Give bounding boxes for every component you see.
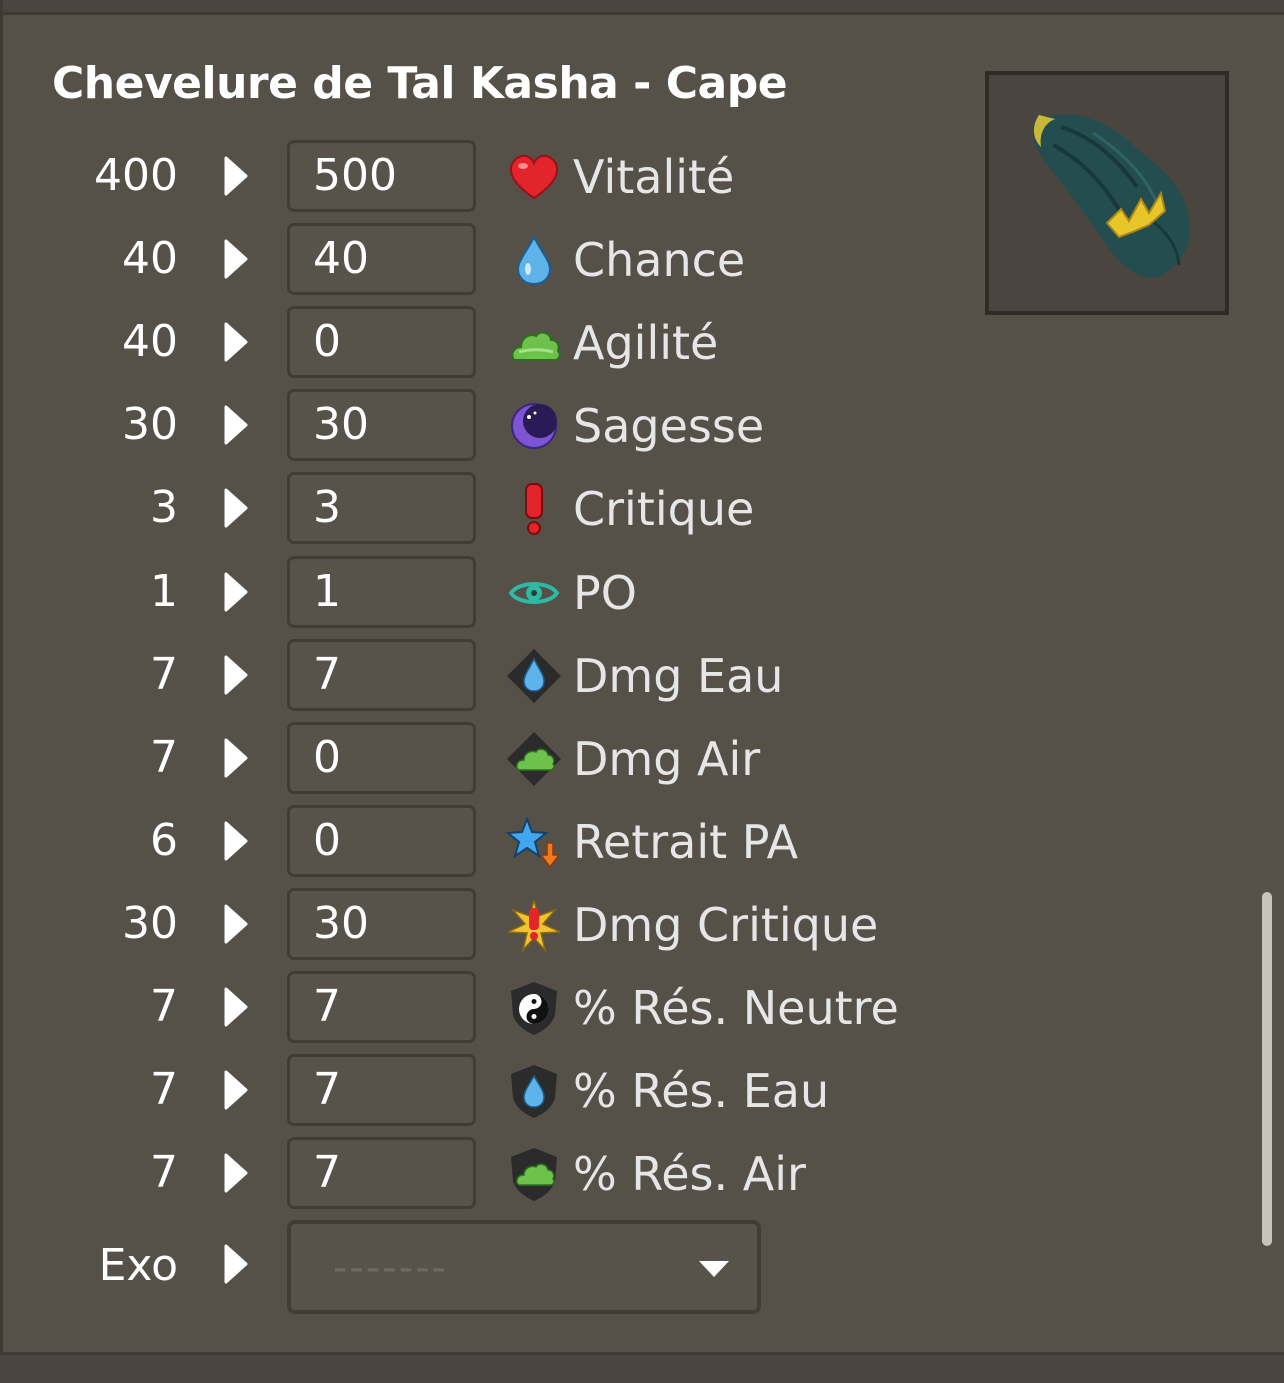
stat-row: 400 500 Vitalité: [0, 140, 960, 212]
stat-value-input[interactable]: 7: [287, 1054, 476, 1126]
stat-row: 30 30 Dmg Critique: [0, 888, 960, 960]
critical-exclamation-icon: [525, 483, 543, 535]
apply-arrow-icon[interactable]: [222, 821, 250, 861]
stat-label: Retrait PA: [573, 815, 799, 869]
heart-icon: [509, 154, 559, 200]
stat-value-input[interactable]: 500: [287, 140, 476, 212]
stat-base-value: 30: [122, 399, 178, 450]
stat-row: 30 30 Sagesse: [0, 389, 960, 461]
stat-value-input[interactable]: 0: [287, 306, 476, 378]
stat-row: 7 0 Dmg Air: [0, 722, 960, 794]
stat-value-input[interactable]: 40: [287, 223, 476, 295]
stat-value-input[interactable]: 0: [287, 722, 476, 794]
apply-arrow-icon[interactable]: [222, 1070, 250, 1110]
stat-label: Chance: [573, 233, 746, 287]
apply-arrow-icon[interactable]: [222, 904, 250, 944]
stat-row: 7 7 % Rés. Neutre: [0, 971, 960, 1043]
stat-base-value: 7: [150, 649, 178, 700]
stat-label: Dmg Air: [573, 732, 761, 786]
apply-arrow-icon[interactable]: [222, 488, 250, 528]
apply-arrow-icon[interactable]: [222, 987, 250, 1027]
stat-row: 6 0 Retrait PA: [0, 805, 960, 877]
stat-label: Critique: [573, 482, 755, 536]
apply-arrow-icon[interactable]: [222, 156, 250, 196]
item-image-frame: [985, 71, 1229, 315]
stat-value-input[interactable]: 7: [287, 639, 476, 711]
stat-base-value: 400: [94, 150, 178, 201]
item-title: Chevelure de Tal Kasha - Cape: [52, 58, 788, 109]
stat-value-input[interactable]: 30: [287, 389, 476, 461]
stat-base-value: 7: [150, 1064, 178, 1115]
stat-base-value: 40: [122, 316, 178, 367]
water-damage-icon: [507, 649, 561, 703]
stat-base-value: 7: [150, 732, 178, 783]
stat-base-value: 6: [150, 815, 178, 866]
stat-base-value: 30: [122, 898, 178, 949]
stat-label: Dmg Critique: [573, 898, 879, 952]
exo-expand-arrow-icon[interactable]: [222, 1244, 250, 1284]
apply-arrow-icon[interactable]: [222, 322, 250, 362]
stat-base-value: 7: [150, 981, 178, 1032]
stat-label: % Rés. Neutre: [573, 981, 899, 1035]
wisdom-moon-icon: [511, 403, 557, 449]
stat-label: % Rés. Eau: [573, 1064, 830, 1118]
stat-row: 40 40 Chance: [0, 223, 960, 295]
apply-arrow-icon[interactable]: [222, 738, 250, 778]
ap-reduction-icon: [505, 816, 561, 869]
stat-value-input[interactable]: 7: [287, 971, 476, 1043]
stat-label: Dmg Eau: [573, 649, 784, 703]
stat-row: 7 7 % Rés. Eau: [0, 1054, 960, 1126]
stat-row: 3 3 Critique: [0, 472, 960, 544]
stat-label: Sagesse: [573, 399, 765, 453]
apply-arrow-icon[interactable]: [222, 572, 250, 612]
stat-row: 40 0 Agilité: [0, 306, 960, 378]
exo-label: Exo: [98, 1240, 178, 1291]
stat-value-input[interactable]: 30: [287, 888, 476, 960]
cape-item-image: [1032, 114, 1190, 278]
water-resistance-icon: [511, 1065, 557, 1118]
stat-row: 7 7 % Rés. Air: [0, 1137, 960, 1209]
air-cloud-icon: [511, 331, 561, 361]
neutral-resistance-icon: [511, 982, 557, 1035]
apply-arrow-icon[interactable]: [222, 1153, 250, 1193]
stat-value-input[interactable]: 0: [287, 805, 476, 877]
critical-damage-icon: [507, 899, 561, 953]
apply-arrow-icon[interactable]: [222, 405, 250, 445]
range-eye-icon: [508, 582, 560, 604]
scrollbar-thumb[interactable]: [1262, 892, 1272, 1246]
air-damage-icon: [507, 732, 561, 786]
stat-label: Vitalité: [573, 150, 735, 204]
air-resistance-icon: [511, 1148, 557, 1201]
stat-row: 1 1 PO: [0, 556, 960, 628]
stat-value-input[interactable]: 7: [287, 1137, 476, 1209]
stat-base-value: 7: [150, 1147, 178, 1198]
apply-arrow-icon[interactable]: [222, 655, 250, 695]
stat-label: Agilité: [573, 316, 719, 370]
apply-arrow-icon[interactable]: [222, 239, 250, 279]
stat-value-input[interactable]: 3: [287, 472, 476, 544]
exo-selected-value: -------: [333, 1245, 449, 1291]
stat-base-value: 40: [122, 233, 178, 284]
chevron-down-icon: [699, 1261, 729, 1277]
stat-label: % Rés. Air: [573, 1147, 806, 1201]
top-border: [0, 0, 1284, 15]
stat-row: 7 7 Dmg Eau: [0, 639, 960, 711]
stat-base-value: 3: [150, 482, 178, 533]
stat-base-value: 1: [150, 566, 178, 617]
water-drop-icon: [516, 234, 552, 286]
stat-label: PO: [573, 566, 637, 620]
stat-value-input[interactable]: 1: [287, 556, 476, 628]
exo-select[interactable]: -------: [287, 1220, 761, 1314]
bottom-border: [0, 1352, 1284, 1383]
exo-row: Exo -------: [0, 1220, 960, 1314]
